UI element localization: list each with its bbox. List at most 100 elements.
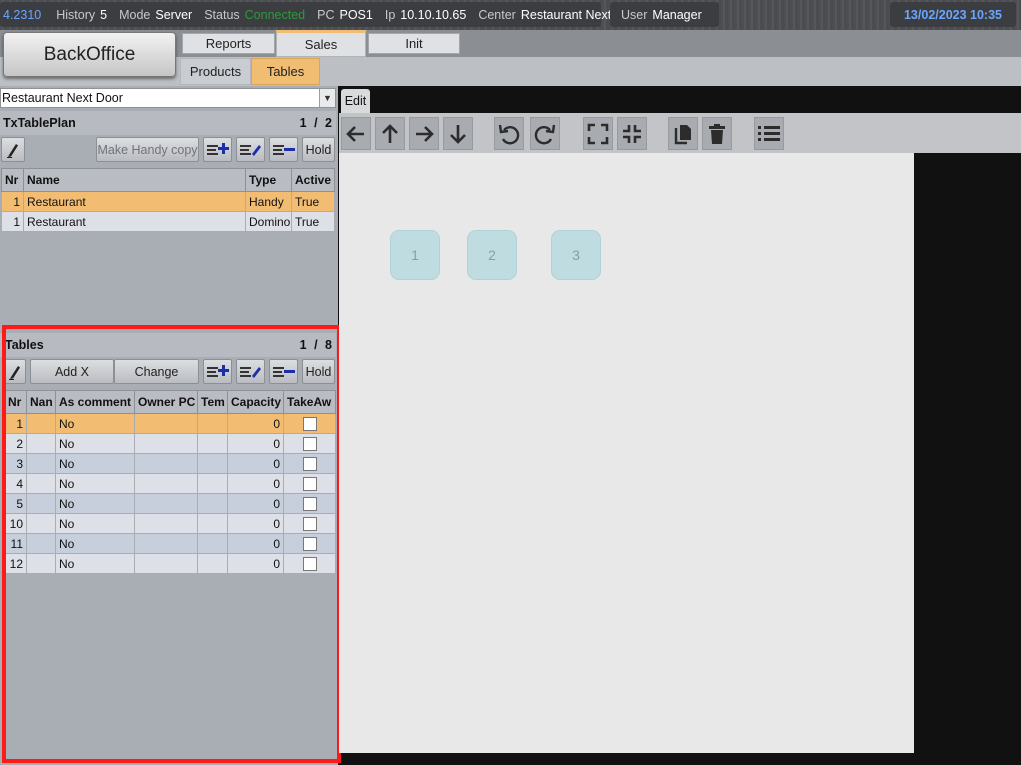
column-header[interactable]: TakeAw xyxy=(283,390,336,414)
table-row[interactable]: 4 No 0 xyxy=(4,473,336,494)
takeaway-checkbox[interactable] xyxy=(302,456,317,471)
status-info-group: 4.2310 History 5 Mode Server Status Connect… xyxy=(0,2,642,27)
cell-as-comment: No xyxy=(55,453,135,474)
datetime-display: 13/02/2023 10:35 xyxy=(890,2,1016,27)
takeaway-checkbox[interactable] xyxy=(302,476,317,491)
takeaway-checkbox[interactable] xyxy=(302,556,317,571)
remove-row-button[interactable] xyxy=(269,137,298,162)
cell-capacity: 0 xyxy=(227,513,284,534)
table-row[interactable]: 3 No 0 xyxy=(4,453,336,474)
takeaway-checkbox[interactable] xyxy=(302,416,317,431)
copy-icon xyxy=(674,124,691,144)
cell-owner-pc xyxy=(134,533,198,554)
edit-pencil-button[interactable] xyxy=(4,359,26,384)
table-block-1[interactable]: 1 xyxy=(390,230,440,280)
column-header[interactable]: As comment xyxy=(55,390,135,414)
column-header[interactable]: Type xyxy=(245,168,292,192)
redo-button[interactable] xyxy=(530,117,560,150)
list-edit-icon xyxy=(239,366,261,378)
pc-value: POS1 xyxy=(339,7,373,22)
tab-reports[interactable]: Reports xyxy=(182,33,275,54)
table-row[interactable]: 10 No 0 xyxy=(4,513,336,534)
hold-button[interactable]: Hold xyxy=(302,137,335,162)
backoffice-button[interactable]: BackOffice xyxy=(3,32,176,77)
table-plan-canvas[interactable]: 1 2 3 xyxy=(339,153,914,753)
tab-sales[interactable]: Sales xyxy=(276,30,366,57)
table-row[interactable]: 5 No 0 xyxy=(4,493,336,514)
edit-row-button[interactable] xyxy=(236,137,265,162)
cell-as-comment: No xyxy=(55,533,135,554)
add-x-button[interactable]: Add X xyxy=(30,359,114,384)
column-header[interactable]: Tem xyxy=(197,390,228,414)
add-row-button[interactable] xyxy=(203,359,232,384)
list-view-button[interactable] xyxy=(754,117,784,150)
takeaway-checkbox[interactable] xyxy=(302,536,317,551)
delete-button[interactable] xyxy=(702,117,732,150)
change-button[interactable]: Change xyxy=(114,359,199,384)
edit-pencil-button[interactable] xyxy=(1,137,25,162)
pencil-icon xyxy=(9,365,20,380)
remove-row-button[interactable] xyxy=(269,359,298,384)
subtab-products[interactable]: Products xyxy=(180,58,251,85)
trash-icon xyxy=(709,123,725,144)
arrow-right-icon xyxy=(416,125,434,142)
mode-label: Mode xyxy=(119,7,151,22)
column-header[interactable]: Active xyxy=(291,168,335,192)
cell-nan xyxy=(26,473,56,494)
cell-capacity: 0 xyxy=(227,493,284,514)
center-select[interactable]: Restaurant Next Door ▼ xyxy=(0,88,336,108)
move-left-button[interactable] xyxy=(341,117,371,150)
hold-button[interactable]: Hold xyxy=(302,359,335,384)
undo-button[interactable] xyxy=(494,117,524,150)
table-block-2[interactable]: 2 xyxy=(467,230,517,280)
chevron-down-icon[interactable]: ▼ xyxy=(319,89,335,107)
table-block-3[interactable]: 3 xyxy=(551,230,601,280)
user-value: Manager xyxy=(652,7,702,22)
compress-button[interactable] xyxy=(617,117,647,150)
list-edit-icon xyxy=(239,144,261,156)
move-down-button[interactable] xyxy=(443,117,473,150)
cell-as-comment: No xyxy=(55,433,135,454)
edit-row-button[interactable] xyxy=(236,359,265,384)
make-handy-copy-button[interactable]: Make Handy copy xyxy=(96,137,199,162)
table-row[interactable]: 1 No 0 xyxy=(4,413,336,434)
cell-tem xyxy=(197,433,228,454)
tableplan-pager: 1 / 2 xyxy=(299,116,332,130)
takeaway-checkbox[interactable] xyxy=(302,496,317,511)
ip-value: 10.10.10.65 xyxy=(400,7,467,22)
table-row[interactable]: 2 No 0 xyxy=(4,433,336,454)
add-row-button[interactable] xyxy=(203,137,232,162)
expand-button[interactable] xyxy=(583,117,613,150)
table-row[interactable]: 1 Restaurant Handy True xyxy=(1,191,335,212)
column-header[interactable]: Capacity xyxy=(227,390,284,414)
table-row[interactable]: 11 No 0 xyxy=(4,533,336,554)
table-row[interactable]: 1 Restaurant Domino True xyxy=(1,211,335,232)
tab-init[interactable]: Init xyxy=(368,33,460,54)
subtab-tables[interactable]: Tables xyxy=(251,58,320,85)
takeaway-checkbox[interactable] xyxy=(302,516,317,531)
column-header[interactable]: Nr xyxy=(4,390,27,414)
table-row[interactable]: 12 No 0 xyxy=(4,553,336,574)
copy-button[interactable] xyxy=(668,117,698,150)
list-add-icon xyxy=(206,142,229,155)
cell-name: Restaurant xyxy=(23,211,246,232)
ip-label: Ip xyxy=(384,7,396,22)
center-select-value: Restaurant Next Door xyxy=(2,91,123,105)
move-up-button[interactable] xyxy=(375,117,405,150)
mode-value: Server xyxy=(155,7,193,22)
tab-edit[interactable]: Edit xyxy=(341,89,370,113)
cell-nr: 5 xyxy=(4,493,27,514)
move-right-button[interactable] xyxy=(409,117,439,150)
cell-tem xyxy=(197,513,228,534)
cell-nan xyxy=(26,433,56,454)
cell-nr: 1 xyxy=(4,413,27,434)
column-header[interactable]: Nr xyxy=(1,168,24,192)
cell-nan xyxy=(26,453,56,474)
cell-takeaway xyxy=(283,453,336,474)
takeaway-checkbox[interactable] xyxy=(302,436,317,451)
cell-capacity: 0 xyxy=(227,553,284,574)
column-header[interactable]: Name xyxy=(23,168,246,192)
column-header[interactable]: Nan xyxy=(26,390,56,414)
cell-nan xyxy=(26,513,56,534)
column-header[interactable]: Owner PC xyxy=(134,390,198,414)
